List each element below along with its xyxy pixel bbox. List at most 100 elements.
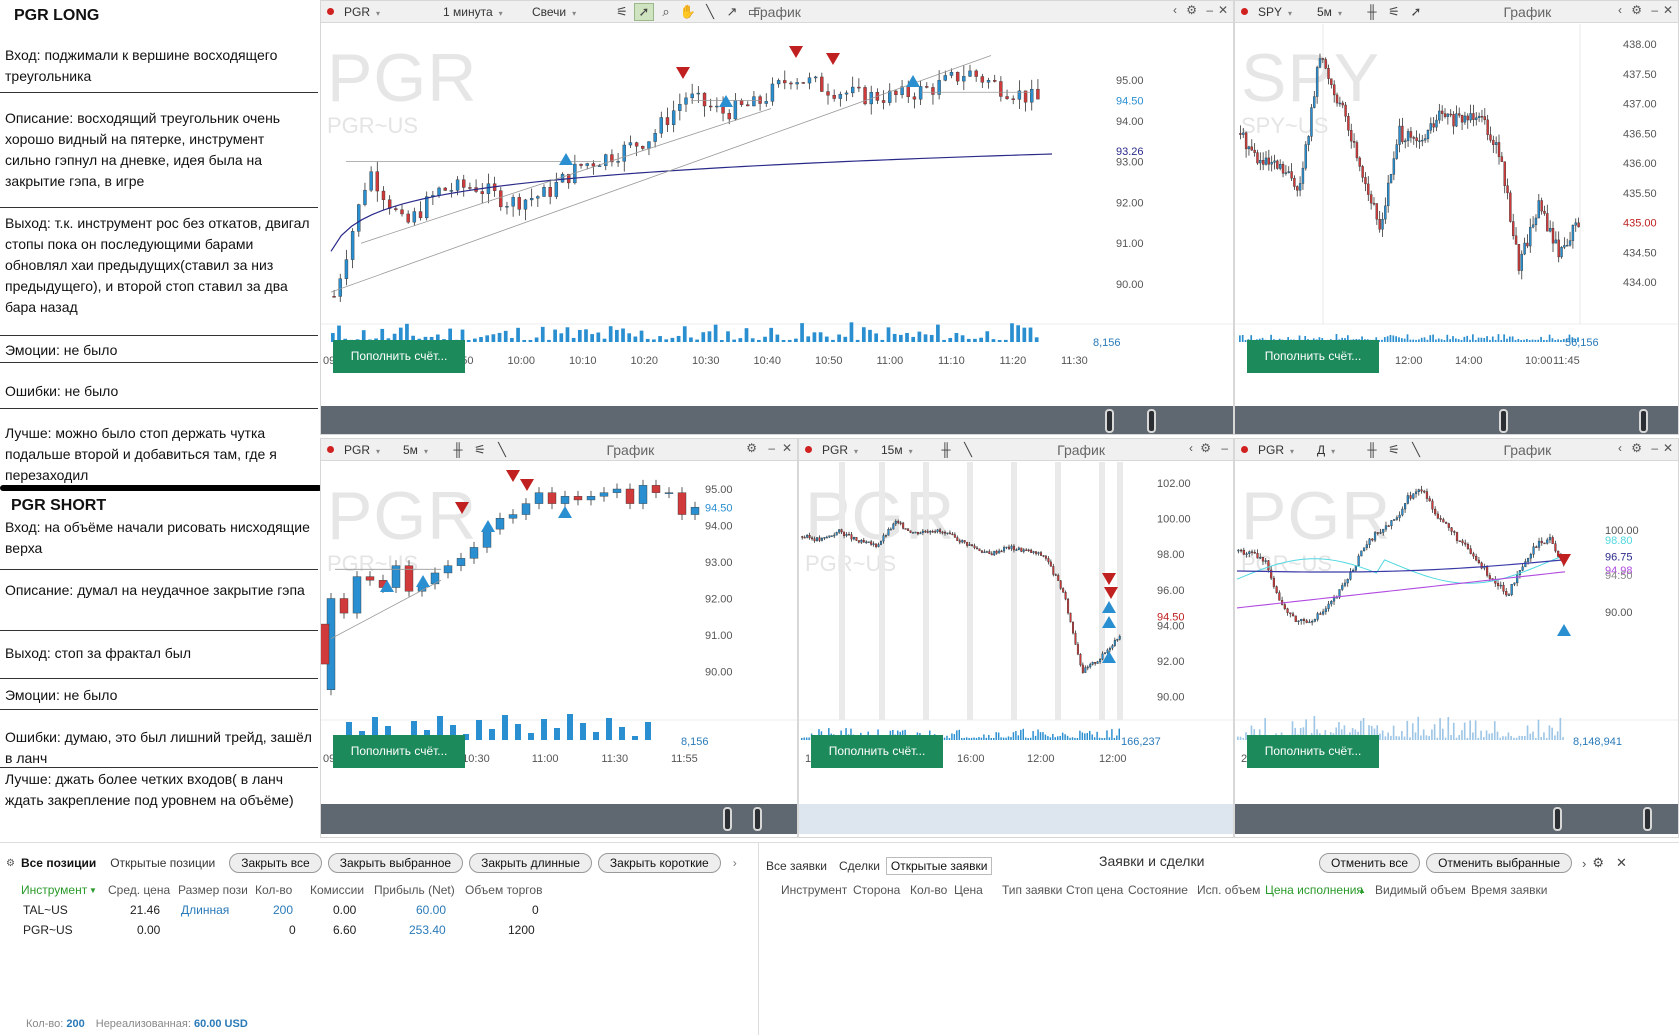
chart-scrollbar[interactable] <box>321 804 797 834</box>
chart-scrollbar[interactable] <box>799 804 1233 834</box>
chevron-right-icon[interactable]: › <box>733 856 737 870</box>
table-row[interactable]: TAL~US 21.46 Длинная 200 0.00 60.00 0 <box>0 903 758 921</box>
gear-icon[interactable]: ⚙ <box>1631 3 1642 17</box>
col-header[interactable]: Инструмент <box>21 883 87 897</box>
col-header[interactable]: Комиссии <box>310 883 364 897</box>
chart-scrollbar[interactable] <box>321 406 1233 434</box>
candles-icon[interactable]: ╫ <box>448 441 468 459</box>
cancel-all-button[interactable]: Отменить все <box>1319 853 1421 873</box>
symbol-select[interactable]: PGR ▾ <box>340 3 435 21</box>
minimize-icon[interactable]: – <box>1651 441 1658 455</box>
tab-all-orders[interactable]: Все заявки <box>766 859 827 873</box>
pointer-tool-icon[interactable]: ➚ <box>634 2 654 21</box>
close-icon[interactable]: ✕ <box>1218 3 1228 17</box>
minimize-icon[interactable]: – <box>768 441 775 455</box>
fund-account-button[interactable]: Пополнить счёт... <box>1247 735 1379 768</box>
interval-select[interactable]: Д ▾ <box>1313 441 1358 459</box>
line-tool-icon[interactable]: ╲ <box>492 441 512 459</box>
symbol-select[interactable]: SPY ▾ <box>1254 3 1309 21</box>
interval-select[interactable]: 15м ▾ <box>877 441 932 459</box>
collapse-icon[interactable]: ‹ <box>1618 441 1622 455</box>
volume-bar <box>943 737 946 740</box>
style-select[interactable]: Свечи ▾ <box>528 3 608 21</box>
close-short-button[interactable]: Закрыть короткие <box>597 853 721 873</box>
candles-icon[interactable]: ╫ <box>1362 3 1382 21</box>
candle <box>1272 577 1275 587</box>
gear-icon[interactable]: ⚙ <box>1186 3 1197 17</box>
symbol-select[interactable]: PGR ▾ <box>818 441 873 459</box>
tab-open-positions[interactable]: Открытые позиции <box>110 856 215 870</box>
chart-scrollbar[interactable] <box>1235 804 1678 834</box>
fund-account-button[interactable]: Пополнить счёт... <box>333 340 465 373</box>
close-icon[interactable]: ✕ <box>1663 3 1673 17</box>
table-row[interactable]: PGR~US 0.00 0 6.60 253.40 1200 <box>0 923 758 941</box>
close-selected-button[interactable]: Закрыть выбранное <box>327 853 464 873</box>
tab-all-positions[interactable]: Все позиции <box>21 856 96 870</box>
tab-open-orders[interactable]: Открытые заявки <box>885 857 993 875</box>
zoom-tool-icon[interactable]: ⌕ <box>656 3 676 21</box>
minimize-icon[interactable]: – <box>1221 441 1228 455</box>
interval-select[interactable]: 1 минута ▾ <box>439 3 524 21</box>
symbol-select[interactable]: PGR ▾ <box>340 441 395 459</box>
close-icon[interactable]: ✕ <box>782 441 792 455</box>
indicators-icon[interactable]: ⚟ <box>1384 441 1404 459</box>
chart-panel-pgr-daily[interactable]: PGR ▾ Д ▾ ╫ ⚟ ╲ График ‹ ⚙ – ✕ PGR PGR~US … <box>1234 438 1679 838</box>
gear-icon[interactable]: ⚙ <box>1631 441 1642 455</box>
chart-panel-pgr-15m[interactable]: PGR▾ 15м▾ ╫ ╲ График ‹ ⚙ – PGR PGR~US 10… <box>798 438 1234 838</box>
chart-panel-spy-5m[interactable]: SPY ▾ 5м ▾ ╫ ⚟ ➚ График ‹ ⚙ – ✕ SPY SPY~US… <box>1234 0 1679 435</box>
tab-trades[interactable]: Сделки <box>839 859 880 873</box>
hand-tool-icon[interactable]: ✋ <box>678 3 698 21</box>
volume-bar <box>1455 737 1458 740</box>
col-header[interactable]: Прибыль (Net) <box>374 883 455 897</box>
close-all-button[interactable]: Закрыть все <box>229 853 322 873</box>
gear-icon[interactable]: ⚙ <box>1200 441 1211 455</box>
candle <box>1307 136 1310 145</box>
indicators-icon[interactable]: ⚟ <box>1384 3 1404 21</box>
col-header[interactable]: Кол-во <box>255 883 292 897</box>
settings-icon[interactable]: ⚙ <box>6 858 15 869</box>
cancel-selected-button[interactable]: Отменить выбранные <box>1426 853 1573 873</box>
col-header[interactable]: Объем торгов <box>465 883 542 897</box>
candles-icon[interactable]: ╫ <box>936 441 956 459</box>
close-long-button[interactable]: Закрыть длинные <box>469 853 592 873</box>
symbol-select[interactable]: PGR ▾ <box>1254 441 1309 459</box>
line-tool-icon[interactable]: ╲ <box>958 441 978 459</box>
indicators-icon[interactable]: ⚟ <box>470 441 490 459</box>
chevron-right-icon[interactable]: › <box>1582 856 1586 871</box>
interval-select[interactable]: 5м ▾ <box>399 441 444 459</box>
volume-bar <box>621 328 625 342</box>
indicators-icon[interactable]: ⚟ <box>612 3 632 21</box>
col-header[interactable]: Сред. цена <box>108 883 170 897</box>
candle <box>1406 495 1409 504</box>
close-icon[interactable]: ✕ <box>1616 855 1627 871</box>
fund-account-button[interactable]: Пополнить счёт... <box>811 735 943 768</box>
link-dot-icon[interactable] <box>1241 446 1248 453</box>
chart-scrollbar[interactable] <box>1235 406 1678 434</box>
close-icon[interactable]: ✕ <box>1663 441 1673 455</box>
col-header[interactable]: Размер пози <box>178 883 248 897</box>
pointer-tool-icon[interactable]: ➚ <box>1406 3 1426 21</box>
volume-bar <box>1452 336 1454 342</box>
candles-icon[interactable]: ╫ <box>1362 441 1382 459</box>
interval-select[interactable]: 5м ▾ <box>1313 3 1358 21</box>
volume-bar <box>1437 338 1440 342</box>
minimize-icon[interactable]: – <box>1206 3 1213 17</box>
link-dot-icon[interactable] <box>1241 8 1248 15</box>
gear-icon[interactable]: ⚙ <box>1592 855 1604 871</box>
fund-account-button[interactable]: Пополнить счёт... <box>333 735 465 768</box>
chart-panel-pgr-1m[interactable]: PGR ▾ 1 минута ▾ Свечи ▾ ⚟ ➚ ⌕ ✋ ╲ ↗ ▭ Граф… <box>320 0 1234 435</box>
link-dot-icon[interactable] <box>327 8 334 15</box>
collapse-icon[interactable]: ‹ <box>1189 441 1193 455</box>
y-tick-label: 102.00 <box>1157 478 1191 490</box>
collapse-icon[interactable]: ‹ <box>1618 3 1622 17</box>
arrow-tool-icon[interactable]: ↗ <box>722 3 742 21</box>
collapse-icon[interactable]: ‹ <box>1173 3 1177 17</box>
chart-panel-pgr-5m[interactable]: PGR ▾ 5м ▾ ╫ ⚟ ╲ График ⚙ – ✕ PGR PGR~US 9… <box>320 438 798 838</box>
minimize-icon[interactable]: – <box>1651 3 1658 17</box>
line-tool-icon[interactable]: ╲ <box>1406 441 1426 459</box>
link-dot-icon[interactable] <box>327 446 334 453</box>
fund-account-button[interactable]: Пополнить счёт... <box>1247 340 1379 373</box>
gear-icon[interactable]: ⚙ <box>746 441 757 455</box>
link-dot-icon[interactable] <box>805 446 812 453</box>
line-tool-icon[interactable]: ╲ <box>700 3 720 21</box>
